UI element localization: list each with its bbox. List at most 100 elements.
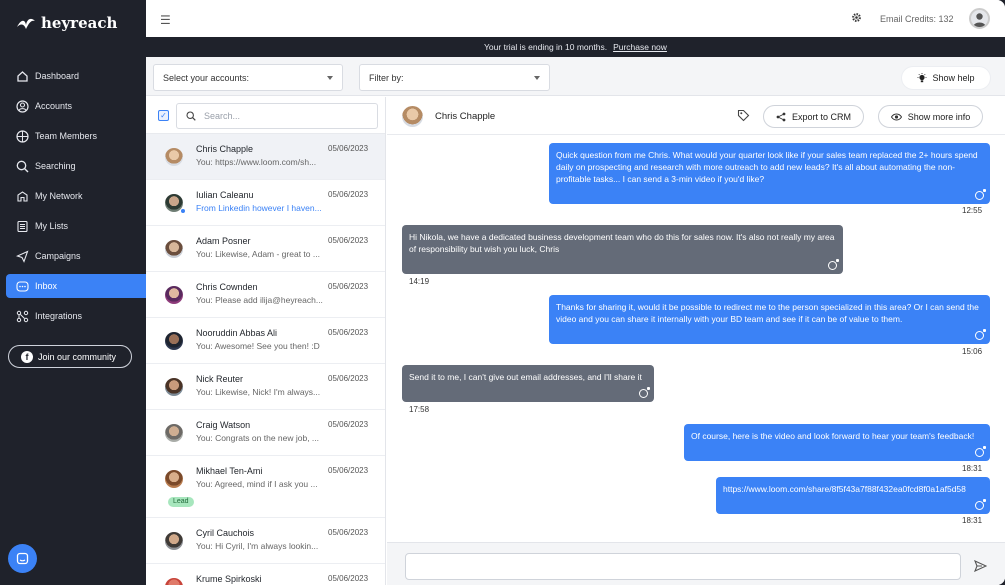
sidebar-item-accounts[interactable]: Accounts bbox=[6, 94, 146, 118]
sidebar-item-team-members[interactable]: Team Members bbox=[6, 124, 146, 148]
reaction-icon[interactable] bbox=[828, 259, 839, 270]
message-bubble-outgoing: Thanks for sharing it, would it be possi… bbox=[549, 295, 990, 344]
sidebar-item-label: Inbox bbox=[35, 281, 58, 291]
contact-name: Cyril Cauchois bbox=[196, 528, 255, 538]
gear-icon[interactable] bbox=[851, 12, 862, 25]
search-icon bbox=[16, 160, 29, 173]
lead-badge: Lead bbox=[168, 497, 194, 507]
search-icon bbox=[186, 111, 196, 121]
message-time: 18:31 bbox=[962, 516, 983, 525]
chat-header: Chris Chapple Export to CRM Show more in… bbox=[387, 97, 1005, 135]
dashboard-icon bbox=[16, 70, 29, 83]
logo-text: heyreach bbox=[41, 14, 118, 32]
conversation-row[interactable]: Iulian Caleanu 05/06/2023 From Linkedin … bbox=[146, 180, 385, 226]
conversation-row[interactable]: Nick Reuter 05/06/2023 You: Likewise, Ni… bbox=[146, 364, 385, 410]
conversation-row[interactable]: Chris Chapple 05/06/2023 You: https://ww… bbox=[146, 134, 385, 180]
conversation-row[interactable]: Adam Posner 05/06/2023 You: Likewise, Ad… bbox=[146, 226, 385, 272]
chat-contact-name: Chris Chapple bbox=[435, 111, 496, 122]
message-link[interactable]: https://www.loom.com/share/8f5f43a7f88f4… bbox=[723, 484, 966, 494]
filter-by-label: Filter by: bbox=[369, 72, 404, 83]
message-date: 05/06/2023 bbox=[328, 574, 369, 583]
filter-by-select[interactable]: Filter by: bbox=[359, 64, 550, 91]
sidebar-nav: Dashboard Accounts Team Members Searchin… bbox=[6, 64, 146, 334]
conversation-row[interactable]: Krume Spirkoski 05/06/2023 bbox=[146, 564, 385, 585]
sidebar-item-label: Accounts bbox=[35, 101, 73, 111]
message-bubble-outgoing: Of course, here is the video and look fo… bbox=[684, 424, 990, 461]
message-time: 14:19 bbox=[409, 277, 430, 286]
avatar bbox=[165, 286, 183, 304]
message-bubble-incoming: Send it to me, I can't give out email ad… bbox=[402, 365, 654, 402]
send-icon[interactable] bbox=[973, 559, 988, 574]
message-text: Quick question from me Chris. What would… bbox=[556, 150, 978, 184]
message-date: 05/06/2023 bbox=[328, 528, 369, 537]
message-input[interactable] bbox=[405, 553, 961, 580]
message-date: 05/06/2023 bbox=[328, 420, 369, 429]
reaction-icon[interactable] bbox=[975, 329, 986, 340]
sidebar-item-my-network[interactable]: My Network bbox=[6, 184, 146, 208]
show-more-info-button[interactable]: Show more info bbox=[878, 105, 983, 128]
sidebar-item-dashboard[interactable]: Dashboard bbox=[6, 64, 146, 88]
main-panel: ☰ Email Credits: 132 Your trial is endin… bbox=[146, 0, 1005, 585]
message-preview: You: Agreed, mind if I ask you ... bbox=[196, 479, 318, 489]
sidebar-item-label: My Lists bbox=[35, 221, 69, 231]
message-date: 05/06/2023 bbox=[328, 466, 369, 475]
sidebar: heyreach Dashboard Accounts Team Members… bbox=[0, 0, 146, 585]
select-all-checkbox[interactable]: ✓ bbox=[158, 110, 169, 121]
avatar bbox=[165, 532, 183, 550]
contact-name: Iulian Caleanu bbox=[196, 190, 254, 200]
export-to-crm-button[interactable]: Export to CRM bbox=[763, 105, 864, 128]
message-time: 18:31 bbox=[962, 464, 983, 473]
network-icon bbox=[16, 190, 29, 203]
support-chat-button[interactable] bbox=[8, 544, 37, 573]
accounts-select[interactable]: Select your accounts: bbox=[153, 64, 343, 91]
chat-panel: Chris Chapple Export to CRM Show more in… bbox=[387, 97, 1005, 585]
reaction-icon[interactable] bbox=[975, 446, 986, 457]
message-time: 12:55 bbox=[962, 206, 983, 215]
message-preview: You: Awesome! See you then! :D bbox=[196, 341, 320, 351]
message-date: 05/06/2023 bbox=[328, 328, 369, 337]
reaction-icon[interactable] bbox=[639, 387, 650, 398]
sidebar-item-label: My Network bbox=[35, 191, 83, 201]
contact-name: Adam Posner bbox=[196, 236, 251, 246]
conversation-row[interactable]: Nooruddin Abbas Ali 05/06/2023 You: Awes… bbox=[146, 318, 385, 364]
sidebar-item-inbox[interactable]: Inbox bbox=[6, 274, 146, 298]
chat-icon bbox=[16, 552, 29, 565]
message-text: Hi Nikola, we have a dedicated business … bbox=[409, 232, 835, 254]
show-more-info-label: Show more info bbox=[907, 111, 971, 122]
message-preview: From Linkedin however I haven... bbox=[196, 203, 322, 213]
filter-bar: Select your accounts: Filter by: Show he… bbox=[146, 57, 1005, 96]
conversation-row[interactable]: Cyril Cauchois 05/06/2023 You: Hi Cyril,… bbox=[146, 518, 385, 564]
share-icon bbox=[776, 112, 786, 121]
reaction-icon[interactable] bbox=[975, 189, 986, 200]
join-community-button[interactable]: f Join our community bbox=[8, 345, 132, 368]
show-help-button[interactable]: Show help bbox=[902, 67, 990, 89]
sidebar-item-my-lists[interactable]: My Lists bbox=[6, 214, 146, 238]
sidebar-item-campaigns[interactable]: Campaigns bbox=[6, 244, 146, 268]
sidebar-item-searching[interactable]: Searching bbox=[6, 154, 146, 178]
app-logo[interactable]: heyreach bbox=[16, 14, 117, 32]
search-box[interactable] bbox=[176, 103, 378, 129]
unread-indicator bbox=[180, 208, 186, 214]
sidebar-item-label: Dashboard bbox=[35, 71, 80, 81]
message-text: Of course, here is the video and look fo… bbox=[691, 431, 975, 441]
menu-icon[interactable]: ☰ bbox=[160, 13, 171, 27]
search-input[interactable] bbox=[204, 111, 364, 121]
message-preview: You: Likewise, Nick! I'm always... bbox=[196, 387, 321, 397]
avatar bbox=[165, 424, 183, 442]
trial-banner: Your trial is ending in 10 months. Purch… bbox=[146, 37, 1005, 57]
sidebar-item-integrations[interactable]: Integrations bbox=[6, 304, 146, 328]
sidebar-item-label: Searching bbox=[35, 161, 76, 171]
message-date: 05/06/2023 bbox=[328, 282, 369, 291]
avatar bbox=[165, 470, 183, 488]
team-icon bbox=[16, 129, 29, 143]
tag-icon[interactable] bbox=[737, 109, 750, 124]
conversation-row[interactable]: Mikhael Ten-Ami 05/06/2023 You: Agreed, … bbox=[146, 456, 385, 518]
purchase-now-link[interactable]: Purchase now bbox=[613, 42, 667, 52]
reaction-icon[interactable] bbox=[975, 499, 986, 510]
conversation-row[interactable]: Chris Cownden 05/06/2023 You: Please add… bbox=[146, 272, 385, 318]
inbox-icon bbox=[16, 280, 29, 293]
avatar bbox=[165, 240, 183, 258]
user-avatar[interactable] bbox=[969, 8, 990, 29]
conversation-row[interactable]: Craig Watson 05/06/2023 You: Congrats on… bbox=[146, 410, 385, 456]
join-community-label: Join our community bbox=[38, 351, 117, 362]
